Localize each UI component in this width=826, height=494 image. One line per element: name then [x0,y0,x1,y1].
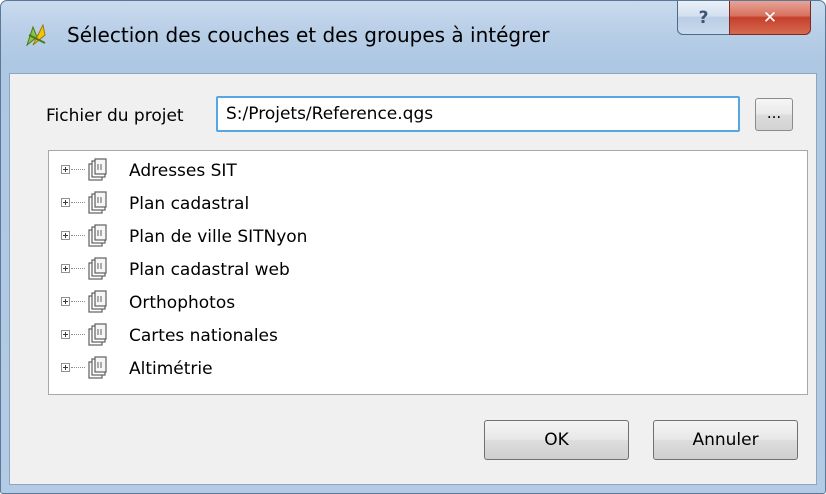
tree-item-label: Altimétrie [129,359,213,379]
tree-item[interactable]: Plan de ville SITNyon [49,222,807,252]
tree-connector [71,367,85,368]
layer-group-icon [86,224,110,248]
layer-group-icon [86,191,110,215]
close-button[interactable]: ✕ [729,1,811,35]
project-file-label: Fichier du projet [46,106,184,126]
expand-icon[interactable] [61,231,70,240]
expand-icon[interactable] [61,264,70,273]
qgis-app-icon [25,23,46,47]
layer-group-icon [86,158,110,182]
help-icon: ? [698,7,709,28]
tree-item[interactable]: Adresses SIT [49,156,807,186]
dialog-body: Fichier du projet ... Adresses SIT Plan c… [9,73,817,485]
tree-item[interactable]: Orthophotos [49,288,807,318]
layer-group-icon [86,356,110,380]
tree-connector [71,334,85,335]
tree-item[interactable]: Altimétrie [49,354,807,384]
tree-item-label: Plan cadastral [129,194,250,214]
tree-item-label: Plan cadastral web [129,260,290,280]
tree-connector [71,301,85,302]
title-bar[interactable]: Sélection des couches et des groupes à i… [1,1,825,73]
layer-group-icon [86,257,110,281]
layer-group-icon [86,290,110,314]
window-title: Sélection des couches et des groupes à i… [67,23,550,47]
layer-tree[interactable]: Adresses SIT Plan cadastral Plan de ville … [48,150,808,395]
tree-item-label: Orthophotos [129,293,236,313]
tree-item[interactable]: Cartes nationales [49,321,807,351]
help-button[interactable]: ? [677,1,730,35]
tree-item-label: Cartes nationales [129,326,278,346]
tree-connector [71,235,85,236]
expand-icon[interactable] [61,297,70,306]
layer-group-icon [86,323,110,347]
cancel-button[interactable]: Annuler [653,420,798,460]
tree-connector [71,169,85,170]
project-path-input[interactable] [216,96,740,132]
tree-connector [71,202,85,203]
tree-item[interactable]: Plan cadastral [49,189,807,219]
tree-connector [71,268,85,269]
tree-item-label: Plan de ville SITNyon [129,227,308,247]
ok-button[interactable]: OK [484,420,629,460]
tree-item[interactable]: Plan cadastral web [49,255,807,285]
expand-icon[interactable] [61,363,70,372]
expand-icon[interactable] [61,165,70,174]
expand-icon[interactable] [61,198,70,207]
tree-item-label: Adresses SIT [129,161,237,181]
dialog-window: Sélection des couches et des groupes à i… [0,0,826,494]
expand-icon[interactable] [61,330,70,339]
close-icon: ✕ [762,7,778,28]
browse-button[interactable]: ... [755,98,793,131]
